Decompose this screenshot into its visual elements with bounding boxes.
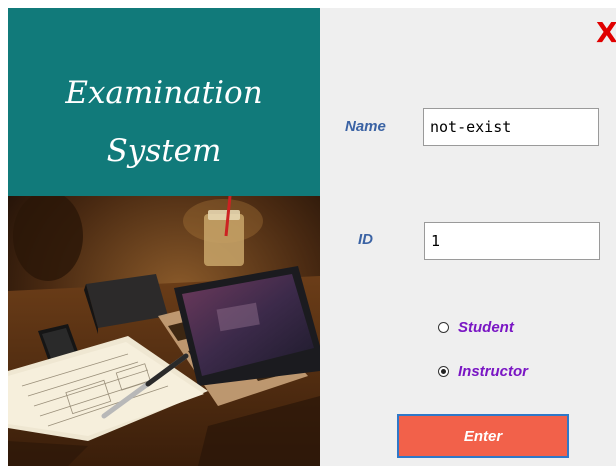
left-panel: Examination System [8,8,320,466]
app-title-line2: System [106,133,222,169]
id-label: ID [358,231,373,248]
student-radio-option[interactable]: Student [438,319,514,336]
study-desk-photo [8,196,320,466]
close-button[interactable]: X [596,18,616,48]
instructor-radio-button[interactable] [438,366,449,377]
name-label: Name [345,118,386,135]
instructor-radio-label: Instructor [458,363,529,380]
name-input[interactable] [423,108,599,146]
id-input[interactable] [424,222,600,260]
student-radio-button[interactable] [438,322,449,333]
student-radio-label: Student [458,319,514,336]
login-window: Examination System X Name not-exist ID 1… [8,8,616,466]
title-banner: Examination System [8,8,320,196]
app-title-line1: Examination [65,75,263,111]
enter-button[interactable]: Enter [397,414,569,458]
app-title: Examination System [8,64,320,180]
instructor-radio-option[interactable]: Instructor [438,363,528,380]
